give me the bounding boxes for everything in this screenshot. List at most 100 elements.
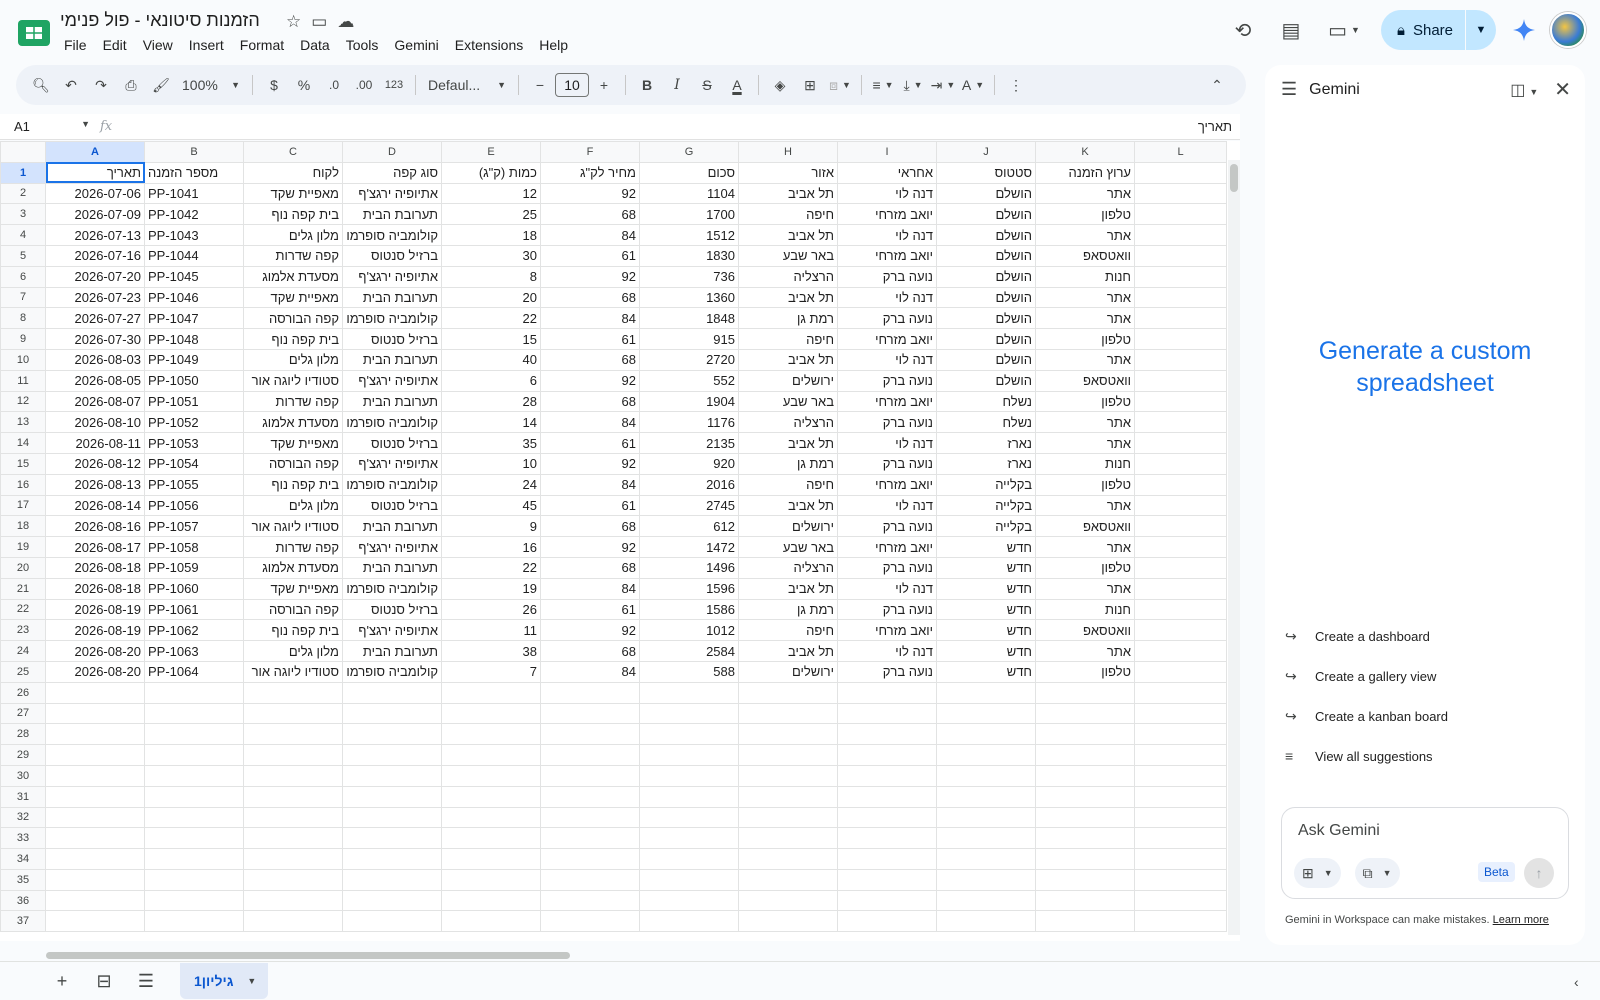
cell[interactable]: יואב מזרחי (837, 328, 937, 350)
column-header-f[interactable]: F (540, 141, 640, 163)
cell[interactable]: דנה לוי (837, 640, 937, 662)
cell[interactable]: הושלם (936, 307, 1036, 330)
cell[interactable]: 12 (441, 182, 541, 205)
cell[interactable]: PP-1055 (144, 473, 244, 496)
strikethrough-button[interactable]: S (692, 71, 722, 99)
row-header[interactable]: 17 (0, 494, 46, 517)
cell[interactable] (144, 848, 244, 870)
cell[interactable]: PP-1063 (144, 640, 244, 662)
cell[interactable] (1134, 889, 1227, 912)
cell[interactable]: יואב מזרחי (837, 203, 937, 226)
cell[interactable]: 2026-07-16 (45, 244, 145, 267)
cell[interactable] (639, 889, 739, 912)
vertical-scrollbar[interactable] (1228, 160, 1240, 935)
cell[interactable]: 61 (540, 598, 640, 621)
cell[interactable]: 2016 (639, 473, 739, 496)
more-options-icon[interactable]: ⋮ (1001, 71, 1031, 99)
suggestion-create-a-dashboard[interactable]: ↪ Create a dashboard (1285, 628, 1565, 645)
share-dropdown-icon[interactable]: ▼ (1466, 24, 1496, 36)
row-header[interactable]: 11 (0, 369, 46, 392)
text-color-button[interactable]: A (722, 71, 752, 99)
cell[interactable]: 1512 (639, 224, 739, 246)
row-header[interactable]: 2 (0, 182, 46, 205)
cell[interactable]: סטטוס (936, 161, 1036, 184)
gemini-spark-icon[interactable] (1504, 10, 1544, 50)
cell[interactable]: 84 (540, 577, 640, 600)
column-header-h[interactable]: H (738, 141, 838, 163)
cell[interactable] (1134, 681, 1227, 704)
cell[interactable] (837, 848, 937, 870)
cell[interactable] (837, 785, 937, 808)
cell[interactable] (540, 744, 640, 766)
cell[interactable] (441, 868, 541, 891)
cell[interactable] (738, 723, 838, 746)
cell[interactable] (1035, 785, 1135, 808)
cell[interactable]: נארז (936, 452, 1036, 475)
cell[interactable]: אתיופיה ירגצ'ף (342, 265, 442, 288)
cell[interactable]: תל אביב (738, 577, 838, 600)
cell[interactable]: תל אביב (738, 348, 838, 371)
cell[interactable]: PP-1046 (144, 286, 244, 309)
cell[interactable]: אתר (1035, 286, 1135, 309)
menu-extensions[interactable]: Extensions (447, 35, 531, 55)
cell[interactable]: אתר (1035, 224, 1135, 246)
cell[interactable]: נועה ברק (837, 265, 937, 288)
cell[interactable]: הושלם (936, 182, 1036, 205)
cell[interactable] (1035, 910, 1135, 933)
cell[interactable] (1035, 806, 1135, 829)
cell[interactable]: סטודיו ליוגה אור (243, 515, 343, 538)
cell[interactable]: 68 (540, 390, 640, 413)
cell[interactable]: 6 (441, 369, 541, 392)
cell[interactable]: ירושלים (738, 660, 838, 683)
cell[interactable]: PP-1056 (144, 494, 244, 517)
cell[interactable]: חיפה (738, 328, 838, 350)
cell[interactable]: קולומביה סופרמו (342, 660, 442, 683)
cell[interactable] (1134, 640, 1227, 662)
font-size-input[interactable]: 10 (555, 73, 589, 97)
cell[interactable]: אתר (1035, 432, 1135, 454)
cell[interactable]: 1904 (639, 390, 739, 413)
fill-color-icon[interactable]: ◈ (765, 71, 795, 99)
cell[interactable] (342, 764, 442, 787)
scrollbar-thumb[interactable] (1230, 164, 1238, 192)
cell[interactable]: תאריך (45, 161, 145, 184)
menu-help[interactable]: Help (531, 35, 576, 55)
cell[interactable]: בקלייה (936, 515, 1036, 538)
name-box[interactable]: A1 ▼ (0, 119, 100, 134)
cell[interactable] (441, 910, 541, 933)
cell[interactable] (1134, 556, 1227, 579)
cell[interactable] (540, 764, 640, 787)
cell[interactable]: 19 (441, 577, 541, 600)
column-header-i[interactable]: I (837, 141, 937, 163)
cell[interactable] (837, 702, 937, 725)
menu-insert[interactable]: Insert (181, 35, 232, 55)
cell[interactable]: 2026-07-06 (45, 182, 145, 205)
cell[interactable] (342, 681, 442, 704)
cell[interactable] (540, 806, 640, 829)
column-header-g[interactable]: G (639, 141, 739, 163)
cell[interactable]: בית קפה נוף (243, 473, 343, 496)
cell[interactable] (639, 744, 739, 766)
cell[interactable] (1035, 848, 1135, 870)
cell[interactable] (738, 744, 838, 766)
cell[interactable] (1134, 286, 1227, 309)
cell[interactable] (738, 848, 838, 870)
cell[interactable]: יואב מזרחי (837, 619, 937, 642)
cell[interactable] (45, 848, 145, 870)
gemini-input-box[interactable]: Ask Gemini ⊞ ▼ ⧉ ▼ Beta ↑ (1281, 807, 1569, 899)
cell[interactable]: 61 (540, 244, 640, 267)
cell[interactable]: אתר (1035, 348, 1135, 371)
cell[interactable] (45, 681, 145, 704)
cell[interactable] (639, 723, 739, 746)
scrollbar-thumb[interactable] (46, 952, 570, 959)
cell[interactable]: 11 (441, 619, 541, 642)
cell[interactable]: 2026-08-20 (45, 660, 145, 683)
zoom-select[interactable]: 100% ▼ (176, 71, 246, 99)
cell[interactable]: דנה לוי (837, 348, 937, 371)
cell[interactable] (243, 848, 343, 870)
cell[interactable]: 2745 (639, 494, 739, 517)
cell[interactable] (837, 764, 937, 787)
cell[interactable]: PP-1062 (144, 619, 244, 642)
cell[interactable]: PP-1043 (144, 224, 244, 246)
cell[interactable]: 92 (540, 369, 640, 392)
